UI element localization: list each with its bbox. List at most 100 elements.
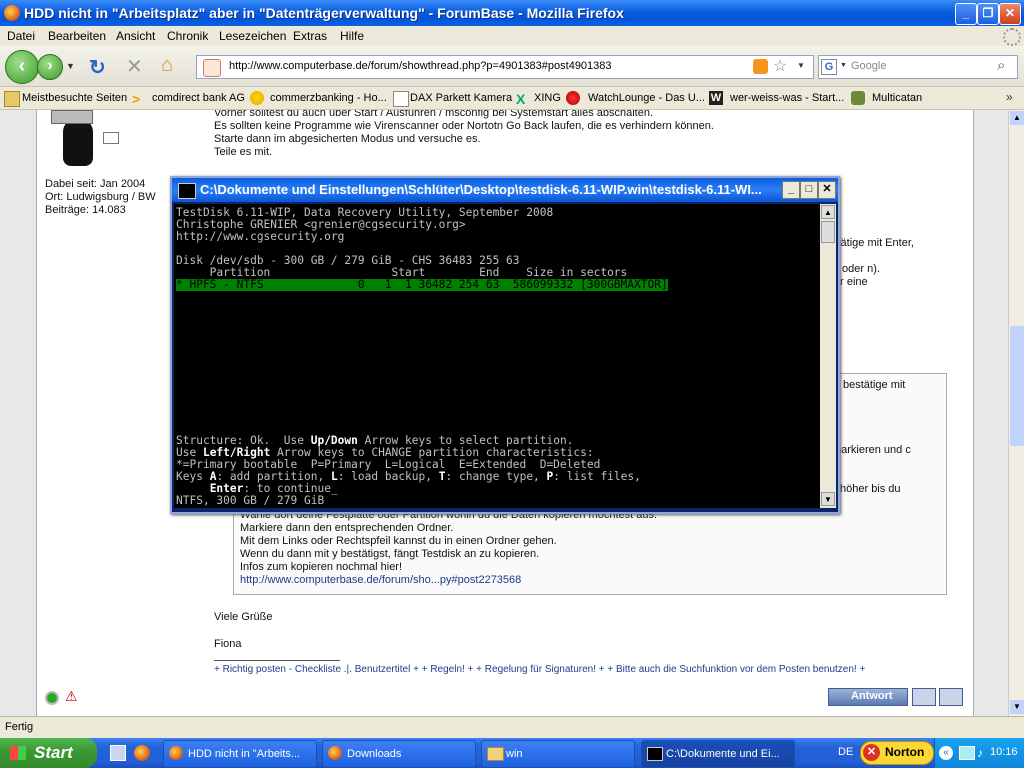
console-title: C:\Dokumente und Einstellungen\Schlüter\… [200, 182, 762, 197]
search-bar[interactable]: G ▼ Google ⌕ [818, 55, 1018, 79]
tray-expand-icon[interactable]: « [939, 746, 953, 760]
signature-name: Fiona [214, 638, 242, 650]
console-scroll-down-icon[interactable]: ▼ [821, 492, 835, 506]
bookmark-comdirect[interactable]: comdirect bank AG [152, 92, 245, 104]
forward-button[interactable]: › [37, 54, 63, 80]
post-line: Vorher solltest du auch über Start / Aus… [214, 110, 654, 119]
bookmark-star-icon[interactable]: ☆ [773, 56, 787, 76]
task-label: HDD nicht in "Arbeits... [188, 748, 301, 760]
status-text: Fertig [5, 721, 34, 733]
console-scroll-thumb[interactable] [821, 221, 835, 243]
start-label: Start [34, 743, 73, 762]
console-title-bar[interactable]: C:\Dokumente und Einstellungen\Schlüter\… [172, 178, 838, 202]
firefox-icon [4, 5, 20, 21]
norton-x-icon: ✕ [863, 744, 880, 761]
search-icon[interactable]: ⌕ [997, 57, 1005, 74]
bookmark-folder-icon [4, 91, 20, 107]
menu-datei[interactable]: Datei [7, 29, 35, 43]
network-icon[interactable] [959, 746, 975, 760]
signature-links[interactable]: + Richtig posten - Checkliste .|. Benutz… [214, 664, 865, 675]
bookmark-wer-weiss-was[interactable]: wer-weiss-was - Start... [730, 92, 844, 104]
user-location: Ort: Ludwigsburg / BW [45, 191, 156, 203]
page-icon [393, 91, 409, 107]
start-button[interactable]: Start [0, 738, 97, 768]
report-post-icon[interactable]: ⚠ [65, 688, 78, 705]
more-bookmarks-icon[interactable]: » [1006, 90, 1013, 104]
volume-icon[interactable]: ♪ [977, 746, 983, 760]
close-button[interactable]: ✕ [999, 3, 1021, 25]
norton-button[interactable]: ✕ Norton [860, 741, 934, 765]
testdisk-console-window[interactable]: C:\Dokumente und Einstellungen\Schlüter\… [170, 176, 840, 514]
console-maximize-button[interactable]: □ [800, 181, 818, 199]
post-fragment: stätige mit Enter, [832, 237, 914, 249]
console-scroll-up-icon[interactable]: ▲ [821, 205, 835, 219]
xing-icon: X [516, 91, 526, 107]
show-desktop-icon[interactable] [110, 745, 126, 761]
task-win-folder[interactable]: win [481, 740, 635, 768]
back-button[interactable]: ‹ [5, 50, 39, 84]
scroll-down-icon[interactable]: ▼ [1010, 700, 1024, 714]
page-scrollbar[interactable]: ▲ ▼ [1008, 110, 1024, 716]
scroll-thumb[interactable] [1010, 326, 1024, 446]
quote-line: Wenn du dann mit y bestätigst, fängt Tes… [240, 548, 540, 560]
quote-line: Infos zum kopieren nochmal hier! [240, 561, 403, 573]
downloads-task-icon [328, 746, 342, 760]
reply-button[interactable]: Antwort [828, 688, 908, 706]
bookmark-xing[interactable]: XING [534, 92, 561, 104]
bookmark-multicatan[interactable]: Multicatan [872, 92, 922, 104]
status-bar: Fertig [0, 716, 1024, 739]
wer-weiss-was-icon: W [709, 91, 723, 105]
throbber-icon [1003, 28, 1021, 46]
selected-partition-row[interactable]: * HPFS - NTFS 0 1 1 36482 254 63 5860993… [176, 279, 668, 291]
console-minimize-button[interactable]: _ [782, 181, 800, 199]
language-indicator[interactable]: DE [838, 746, 853, 758]
engine-dropdown-icon[interactable]: ▼ [840, 62, 847, 69]
menu-extras[interactable]: Extras [293, 29, 327, 43]
task-label: C:\Dokumente und Ei... [666, 748, 780, 760]
quote-link[interactable]: http://www.computerbase.de/forum/sho...p… [240, 574, 521, 586]
bookmark-commerzbanking[interactable]: commerzbanking - Ho... [270, 92, 387, 104]
multicatan-icon [851, 91, 865, 105]
firefox-task-icon [169, 746, 183, 760]
bookmark-dax[interactable]: DAX Parkett Kamera [410, 92, 512, 104]
bookmark-meistbesuchte[interactable]: Meistbesuchte Seiten [22, 92, 127, 104]
system-tray: « ♪ 10:16 [934, 738, 1024, 768]
url-dropdown-icon[interactable]: ▼ [797, 61, 805, 70]
rss-feed-icon[interactable] [753, 59, 768, 74]
post-fragment: oder n). [842, 263, 880, 275]
norton-label: Norton [885, 745, 925, 759]
reload-icon[interactable]: ↻ [89, 55, 106, 80]
console-icon [178, 183, 196, 199]
task-console[interactable]: C:\Dokumente und Ei... [641, 740, 795, 768]
bookmark-watchlounge[interactable]: WatchLounge - Das U... [588, 92, 705, 104]
quote-reply-icon[interactable] [912, 688, 936, 706]
scroll-up-icon[interactable]: ▲ [1010, 111, 1024, 125]
menu-bearbeiten[interactable]: Bearbeiten [48, 29, 106, 43]
minimize-button[interactable]: _ [955, 3, 977, 25]
menu-ansicht[interactable]: Ansicht [116, 29, 155, 43]
firefox-title-bar: HDD nicht in "Arbeitsplatz" aber in "Dat… [0, 0, 1024, 26]
cat-avatar-icon [63, 118, 93, 166]
menu-hilfe[interactable]: Hilfe [340, 29, 364, 43]
edit-post-icon[interactable] [939, 688, 963, 706]
user-posts: Beiträge: 14.083 [45, 204, 126, 216]
home-icon[interactable]: ⌂ [161, 54, 173, 77]
firefox-quicklaunch-icon[interactable] [134, 745, 150, 761]
task-firefox[interactable]: HDD nicht in "Arbeits... [163, 740, 317, 768]
google-engine-icon[interactable]: G [821, 59, 837, 75]
maximize-button[interactable]: ❐ [977, 3, 999, 25]
post-line: Starte dann im abgesicherten Modus und v… [214, 133, 481, 145]
console-scrollbar[interactable]: ▲ ▼ [820, 204, 836, 508]
task-downloads[interactable]: Downloads [322, 740, 476, 768]
console-close-button[interactable]: ✕ [818, 181, 836, 199]
commerzbank-icon [250, 91, 264, 105]
menu-chronik[interactable]: Chronik [167, 29, 208, 43]
search-input[interactable]: Google [851, 60, 886, 72]
menu-lesezeichen[interactable]: Lesezeichen [219, 29, 286, 43]
history-dropdown-icon[interactable]: ▼ [66, 61, 75, 71]
url-bar[interactable]: http://www.computerbase.de/forum/showthr… [196, 55, 814, 79]
stop-icon[interactable]: ✕ [126, 54, 143, 79]
post-line: Teile es mit. [214, 146, 273, 158]
console-line: http://www.cgsecurity.org [176, 230, 345, 243]
quote-line: Mit dem Links oder Rechtspfeil kannst du… [240, 535, 557, 547]
